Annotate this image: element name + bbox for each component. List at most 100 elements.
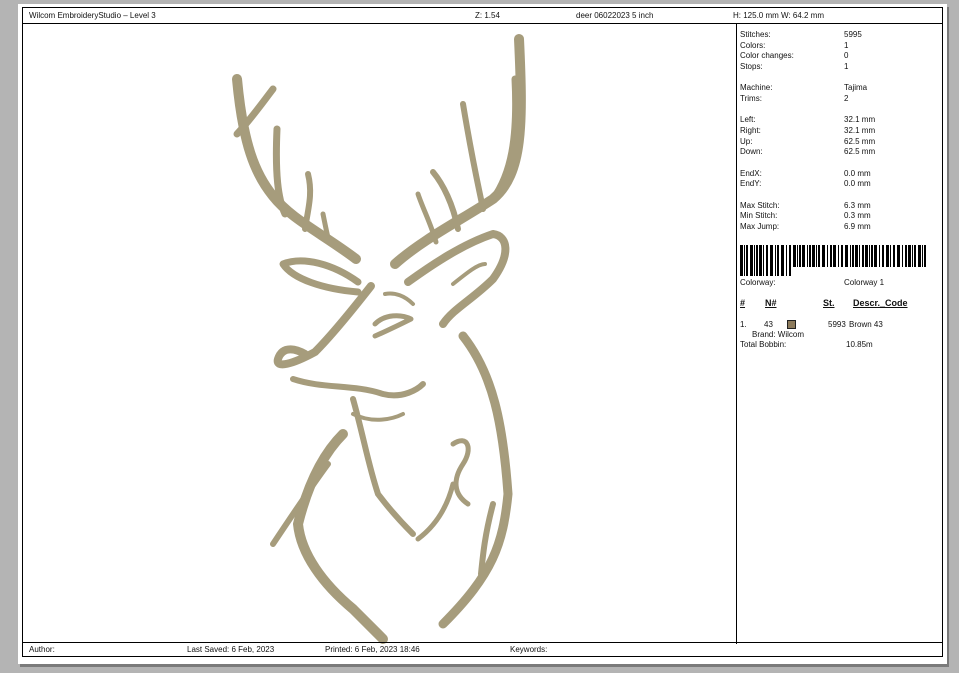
barcode-bar (766, 245, 768, 276)
down-value: 62.5 mm (844, 147, 876, 156)
color-changes-row: Color changes: 0 (740, 51, 940, 61)
barcode-bar (750, 245, 753, 276)
color-swatch (787, 320, 796, 329)
colorway-label: Colorway: (740, 278, 776, 287)
colorway-row: Colorway: Colorway 1 (740, 278, 940, 288)
left-value: 32.1 mm (844, 115, 876, 124)
barcode-bar (770, 245, 773, 276)
barcode-bar (754, 245, 755, 276)
barcode-bar (775, 245, 776, 276)
barcode-bar (905, 245, 907, 267)
up-value: 62.5 mm (844, 137, 876, 146)
left-label: Left: (740, 115, 756, 124)
barcode-bar (845, 245, 848, 267)
thread-brand: Brand: Wilcom (752, 330, 805, 339)
design-dimensions: H: 125.0 mm W: 64.2 mm (733, 11, 824, 20)
barcode-bar (908, 245, 911, 267)
down-row: Down: 62.5 mm (740, 147, 940, 157)
total-bobbin-row: Total Bobbin: 10.85m (740, 340, 940, 350)
barcode-bar (879, 245, 880, 267)
total-bobbin-label: Total Bobbin: (740, 340, 787, 349)
total-bobbin-value: 10.85m (846, 340, 873, 349)
design-info-panel: Stitches: 5995 Colors: 1 Color changes: 0 S… (737, 24, 942, 644)
barcode-bar (869, 245, 870, 267)
max-jump-value: 6.9 mm (844, 222, 871, 231)
zoom-level: Z: 1.54 (475, 11, 500, 20)
barcode-bar (807, 245, 808, 267)
author-field: Author: (29, 645, 55, 654)
barcode-bar (759, 245, 762, 276)
barcode-bar (922, 245, 923, 267)
last-saved-field: Last Saved: 6 Feb, 2023 (187, 645, 275, 654)
deer-embroidery-image (232, 34, 526, 644)
design-file-name: deer 06022023 5 inch (576, 11, 654, 20)
color-changes-label: Color changes: (740, 51, 794, 60)
endy-value: 0.0 mm (844, 179, 871, 188)
min-stitch-label: Min Stitch: (740, 211, 778, 220)
max-stitch-value: 6.3 mm (844, 201, 871, 210)
barcode-bar (756, 245, 758, 276)
design-preview (23, 24, 737, 644)
max-stitch-label: Max Stitch: (740, 201, 780, 210)
column-header-number: N# (765, 298, 777, 308)
stops-row: Stops: 1 (740, 62, 940, 72)
trims-row: Trims: 2 (740, 94, 940, 104)
column-header-stitches: St. (823, 298, 835, 308)
app-title: Wilcom EmbroideryStudio – Level 3 (29, 11, 156, 20)
barcode-bar (882, 245, 884, 267)
barcode-bar (838, 245, 839, 267)
max-jump-row: Max Jump: 6.9 mm (740, 222, 940, 232)
color-description: Brown 43 (849, 320, 883, 329)
barcode-bar (802, 245, 805, 267)
barcode-bar (818, 245, 820, 267)
barcode-bar (902, 245, 903, 267)
color-stitches: 5993 (828, 320, 846, 329)
worksheet-frame: Wilcom EmbroideryStudio – Level 3 Z: 1.5… (22, 7, 943, 657)
up-row: Up: 62.5 mm (740, 137, 940, 147)
machine-label: Machine: (740, 83, 773, 92)
barcode-bar (809, 245, 811, 267)
trims-value: 2 (844, 94, 849, 103)
max-jump-label: Max Jump: (740, 222, 780, 231)
machine-value: Tajima (844, 83, 868, 92)
right-row: Right: 32.1 mm (740, 126, 940, 136)
barcode-bar (797, 245, 798, 267)
barcode-bar (841, 245, 843, 267)
min-stitch-row: Min Stitch: 0.3 mm (740, 211, 940, 221)
endy-row: EndY: 0.0 mm (740, 179, 940, 189)
barcode-bar (850, 245, 851, 267)
barcode-bar (855, 245, 858, 267)
color-changes-value: 0 (844, 51, 849, 60)
endx-row: EndX: 0.0 mm (740, 169, 940, 179)
barcode-bar (871, 245, 873, 267)
barcode-bar (893, 245, 895, 267)
print-preview-sheet: Wilcom EmbroideryStudio – Level 3 Z: 1.5… (18, 4, 947, 664)
machine-row: Machine: Tajima (740, 83, 940, 93)
worksheet-footer: Author: Last Saved: 6 Feb, 2023 Printed:… (23, 642, 942, 656)
color-index: 1. (740, 320, 747, 329)
stitches-label: Stitches: (740, 30, 771, 39)
stops-label: Stops: (740, 62, 763, 71)
colors-label: Colors: (740, 41, 766, 50)
endx-value: 0.0 mm (844, 169, 871, 178)
max-stitch-row: Max Stitch: 6.3 mm (740, 201, 940, 211)
stitches-value: 5995 (844, 30, 862, 39)
endx-label: EndX: (740, 169, 762, 178)
stitches-row: Stitches: 5995 (740, 30, 940, 40)
colorway-value: Colorway 1 (844, 278, 885, 287)
barcode-bar (746, 245, 748, 276)
barcode-bar (830, 245, 832, 267)
color-number: 43 (764, 320, 773, 329)
barcode-bar (744, 245, 745, 276)
barcode-bar (924, 245, 926, 267)
barcode-bar (890, 245, 891, 267)
column-header-description: Descr._Code (853, 298, 908, 308)
barcode-bar (812, 245, 815, 267)
barcode-bar (886, 245, 889, 267)
barcode-bar (859, 245, 860, 267)
barcode-bar (763, 245, 764, 276)
barcode-bar (912, 245, 913, 267)
barcode-bar (874, 245, 877, 267)
printed-field: Printed: 6 Feb, 2023 18:46 (325, 645, 420, 654)
barcode-bar (740, 245, 743, 276)
